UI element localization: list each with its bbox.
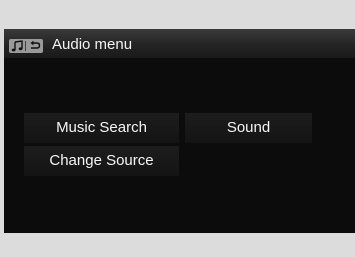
audio-screen: Audio menu Music Search Sound Change Sou… [4,29,355,233]
page-title: Audio menu [52,36,133,53]
sound-button[interactable]: Sound [185,113,312,143]
music-search-button[interactable]: Music Search [24,113,179,143]
back-arrow-icon[interactable] [28,40,41,52]
title-bar: Audio menu [4,29,355,58]
change-source-button[interactable]: Change Source [24,146,179,176]
title-icon-badge [9,39,43,53]
music-note-icon [11,40,23,52]
icon-separator [25,41,26,51]
